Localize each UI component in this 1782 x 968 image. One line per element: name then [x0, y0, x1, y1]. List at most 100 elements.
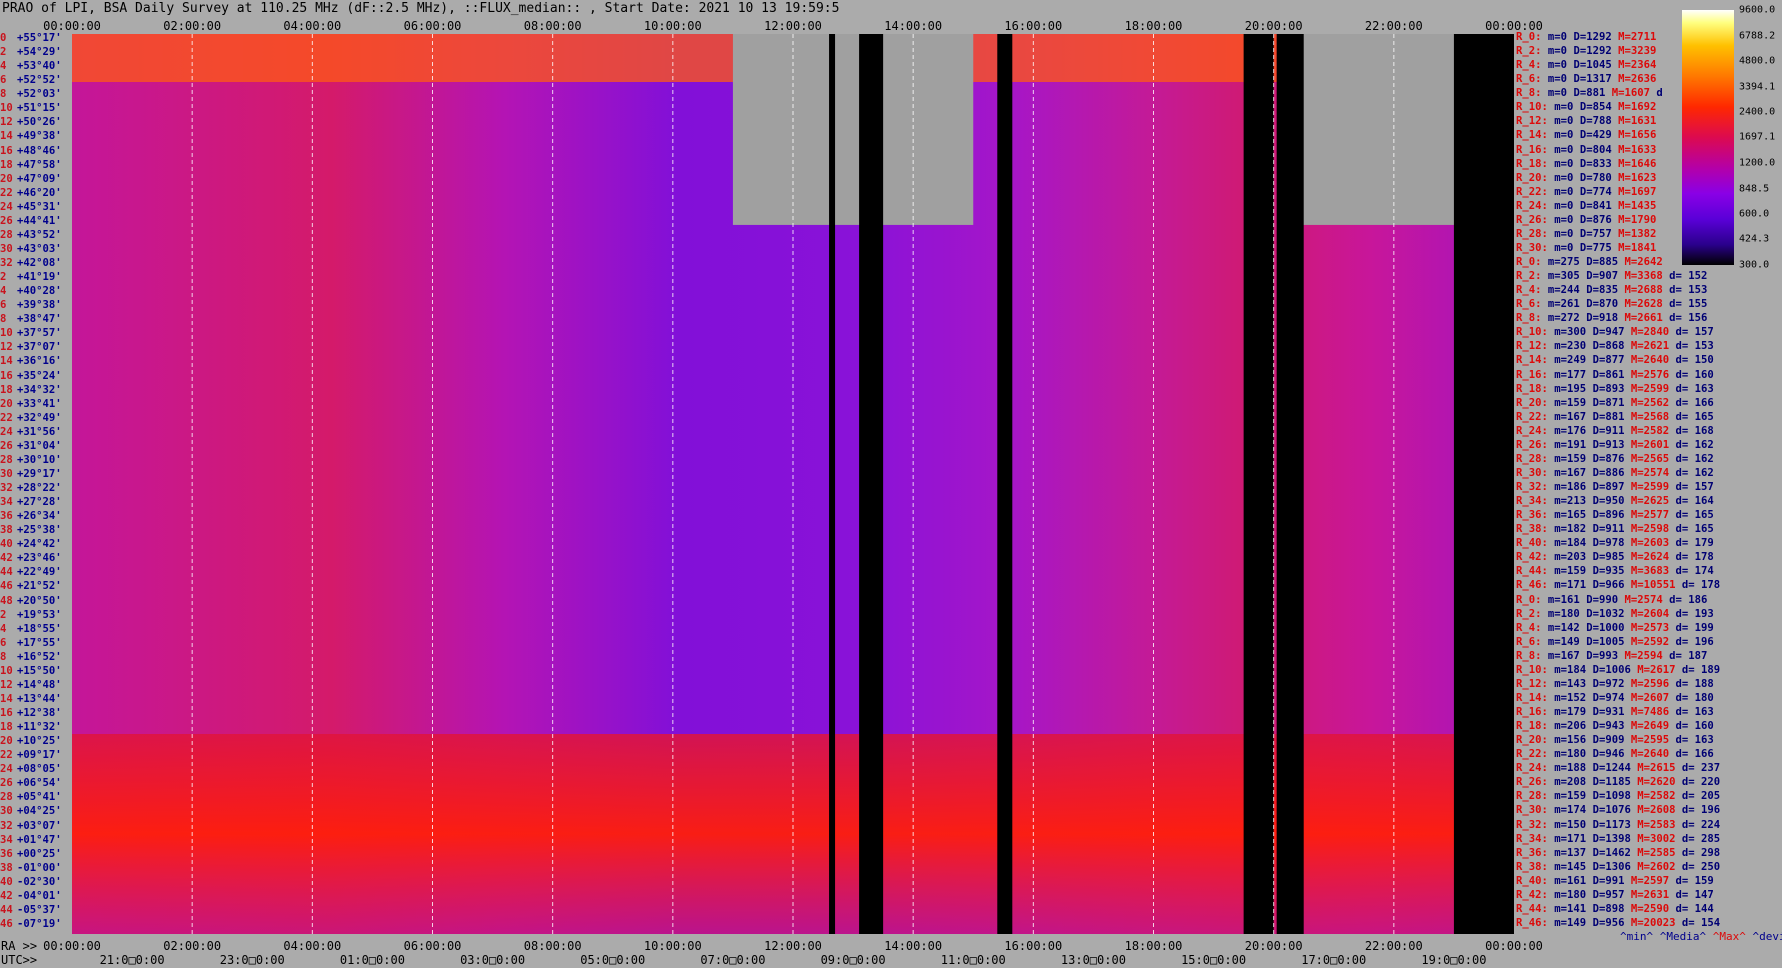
statistics-dev: d= 165 — [1675, 523, 1714, 536]
statistics-min: m=0 — [1547, 73, 1568, 86]
declination-value: -05°37' — [17, 903, 62, 916]
utc-axis-tick-label: 07:0□0:00 — [700, 953, 766, 967]
statistics-dev: d= 162 — [1675, 438, 1714, 451]
ra-axis-tick-label: 00:00:00 — [43, 939, 101, 953]
declination-row-index: 10 — [0, 327, 13, 340]
declination-label: 4 +18°55' — [0, 623, 62, 635]
statistics-key: R_38: — [1516, 860, 1548, 873]
declination-label: 32 +42°08' — [0, 258, 62, 269]
statistics-min: m=179 — [1554, 706, 1587, 718]
statistics-min: m=184 — [1554, 663, 1587, 676]
statistics-min: m=161 — [1547, 593, 1580, 606]
statistics-max: M=2582 — [1630, 424, 1670, 437]
statistics-min: m=159 — [1554, 396, 1587, 409]
declination-label: 18 +34°32' — [0, 384, 62, 396]
statistics-max: M=2595 — [1630, 734, 1670, 747]
statistics-row: R_0: m=275 D=885 M=2642 — [1516, 256, 1676, 269]
statistics-med: D=972 — [1592, 677, 1625, 690]
statistics-dev: d= 157 — [1675, 326, 1714, 339]
declination-label: 40 +24°42' — [0, 539, 62, 550]
declination-row-index: 28 — [0, 228, 13, 241]
statistics-key: R_12: — [1516, 115, 1548, 128]
statistics-row: R_26: m=0 D=876 M=1790 — [1516, 214, 1669, 227]
statistics-row: R_40: m=184 D=978 M=2603 d= 179 — [1516, 537, 1720, 550]
declination-label: 18 +11°32' — [0, 722, 62, 733]
declination-row-index: 12 — [0, 116, 13, 129]
declination-value: +00°25' — [17, 847, 62, 860]
statistics-med: D=946 — [1592, 748, 1625, 761]
statistics-med: D=911 — [1592, 424, 1625, 437]
statistics-key: R_22: — [1516, 185, 1548, 198]
statistics-max: M=2688 — [1624, 284, 1663, 297]
statistics-med: D=775 — [1579, 241, 1612, 254]
statistics-max: M=2661 — [1624, 312, 1663, 325]
declination-label: 46 +21°52' — [0, 581, 62, 592]
statistics-med: D=1398 — [1592, 832, 1631, 845]
declination-row-index: 42 — [0, 552, 13, 565]
legend-max: ^Max^ — [1712, 930, 1746, 943]
statistics-row: R_42: m=203 D=985 M=2624 d= 178 — [1516, 551, 1720, 564]
statistics-max: M=2585 — [1637, 846, 1676, 859]
declination-value: +54°29' — [17, 46, 62, 59]
declination-value: +21°52' — [17, 580, 62, 593]
statistics-med: D=804 — [1579, 143, 1612, 156]
statistics-med: D=876 — [1592, 452, 1625, 465]
declination-value: +35°24' — [17, 369, 62, 382]
declination-value: +22°49' — [17, 566, 62, 579]
heatmap-plot — [72, 34, 1514, 934]
statistics-min: m=145 — [1554, 860, 1587, 873]
declination-value: +23°46' — [17, 552, 62, 565]
statistics-row: R_10: m=0 D=854 M=1692 — [1516, 101, 1669, 114]
statistics-min: m=167 — [1554, 410, 1587, 423]
utc-axis-tick-label: 01:0□0:00 — [339, 953, 405, 967]
colorbar-tick-label: 6788.2 — [1739, 30, 1776, 41]
blank-column — [1453, 34, 1514, 934]
declination-row-index: 46 — [0, 917, 13, 930]
declination-label: 32 +28°22' — [0, 483, 62, 494]
statistics-max: M=3002 — [1637, 832, 1676, 845]
declination-value: +52°52' — [17, 74, 62, 87]
declination-row-index: 38 — [0, 861, 13, 874]
utc-axis-tick-label: 17:0□0:00 — [1301, 953, 1367, 967]
declination-label: 8 +38°47' — [0, 314, 62, 325]
declination-label: 20 +33°41' — [0, 397, 62, 410]
statistics-min: m=143 — [1554, 677, 1587, 690]
statistics-dev: d= 168 — [1675, 424, 1714, 437]
declination-value: +33°41' — [17, 397, 62, 410]
statistics-row: R_44: m=141 D=898 M=2590 d= 144 — [1516, 903, 1720, 916]
statistics-row: R_22: m=0 D=774 M=1697 — [1516, 186, 1669, 199]
top-ra-axis: 00:00:00 02:00:00 04:00:00 06:00:00 08:00:00… — [0, 19, 1543, 33]
statistics-med: D=990 — [1586, 593, 1619, 606]
statistics-med: D=897 — [1592, 481, 1625, 493]
declination-row-index: 28 — [0, 453, 13, 466]
statistics-row: R_28: m=159 D=876 M=2565 d= 162 — [1516, 453, 1720, 466]
statistics-key: R_24: — [1516, 762, 1548, 775]
declination-value: +39°38' — [17, 299, 62, 312]
colorbar-tick-label: 848.5 — [1739, 183, 1770, 194]
statistics-key: R_2: — [1516, 607, 1542, 620]
ra-axis-tick-label: 20:00:00 — [1244, 939, 1303, 953]
statistics-min: m=191 — [1554, 438, 1587, 451]
blank-column — [859, 34, 884, 934]
declination-row-index: 14 — [0, 355, 13, 368]
statistics-key: R_26: — [1516, 438, 1548, 451]
masked-region — [732, 34, 974, 225]
declination-value: +49°38' — [17, 130, 62, 143]
statistics-row: R_28: m=159 D=1098 M=2582 d= 205 — [1516, 790, 1727, 803]
statistics-max: M=2640 — [1630, 354, 1670, 367]
statistics-dev: d= 166 — [1675, 396, 1714, 409]
declination-row-index: 24 — [0, 763, 13, 776]
statistics-min: m=180 — [1554, 748, 1587, 761]
ra-axis-tick-label: 22:00:00 — [1364, 939, 1423, 953]
declination-row-index: 0 — [0, 32, 7, 44]
utc-axis-tick-label: 23:0□0:00 — [219, 953, 285, 967]
statistics-dev: d= 199 — [1675, 621, 1714, 634]
statistics-max: M=20023 — [1630, 916, 1676, 929]
statistics-row: R_24: m=176 D=911 M=2582 d= 168 — [1516, 425, 1720, 438]
declination-row-index: 10 — [0, 102, 13, 115]
statistics-dev: d= 180 — [1675, 691, 1714, 704]
statistics-key: R_20: — [1516, 396, 1548, 409]
statistics-row: R_32: m=186 D=897 M=2599 d= 157 — [1516, 481, 1720, 494]
ra-axis-tick-label: 10:00:00 — [643, 939, 702, 953]
statistics-min: m=208 — [1554, 776, 1587, 789]
